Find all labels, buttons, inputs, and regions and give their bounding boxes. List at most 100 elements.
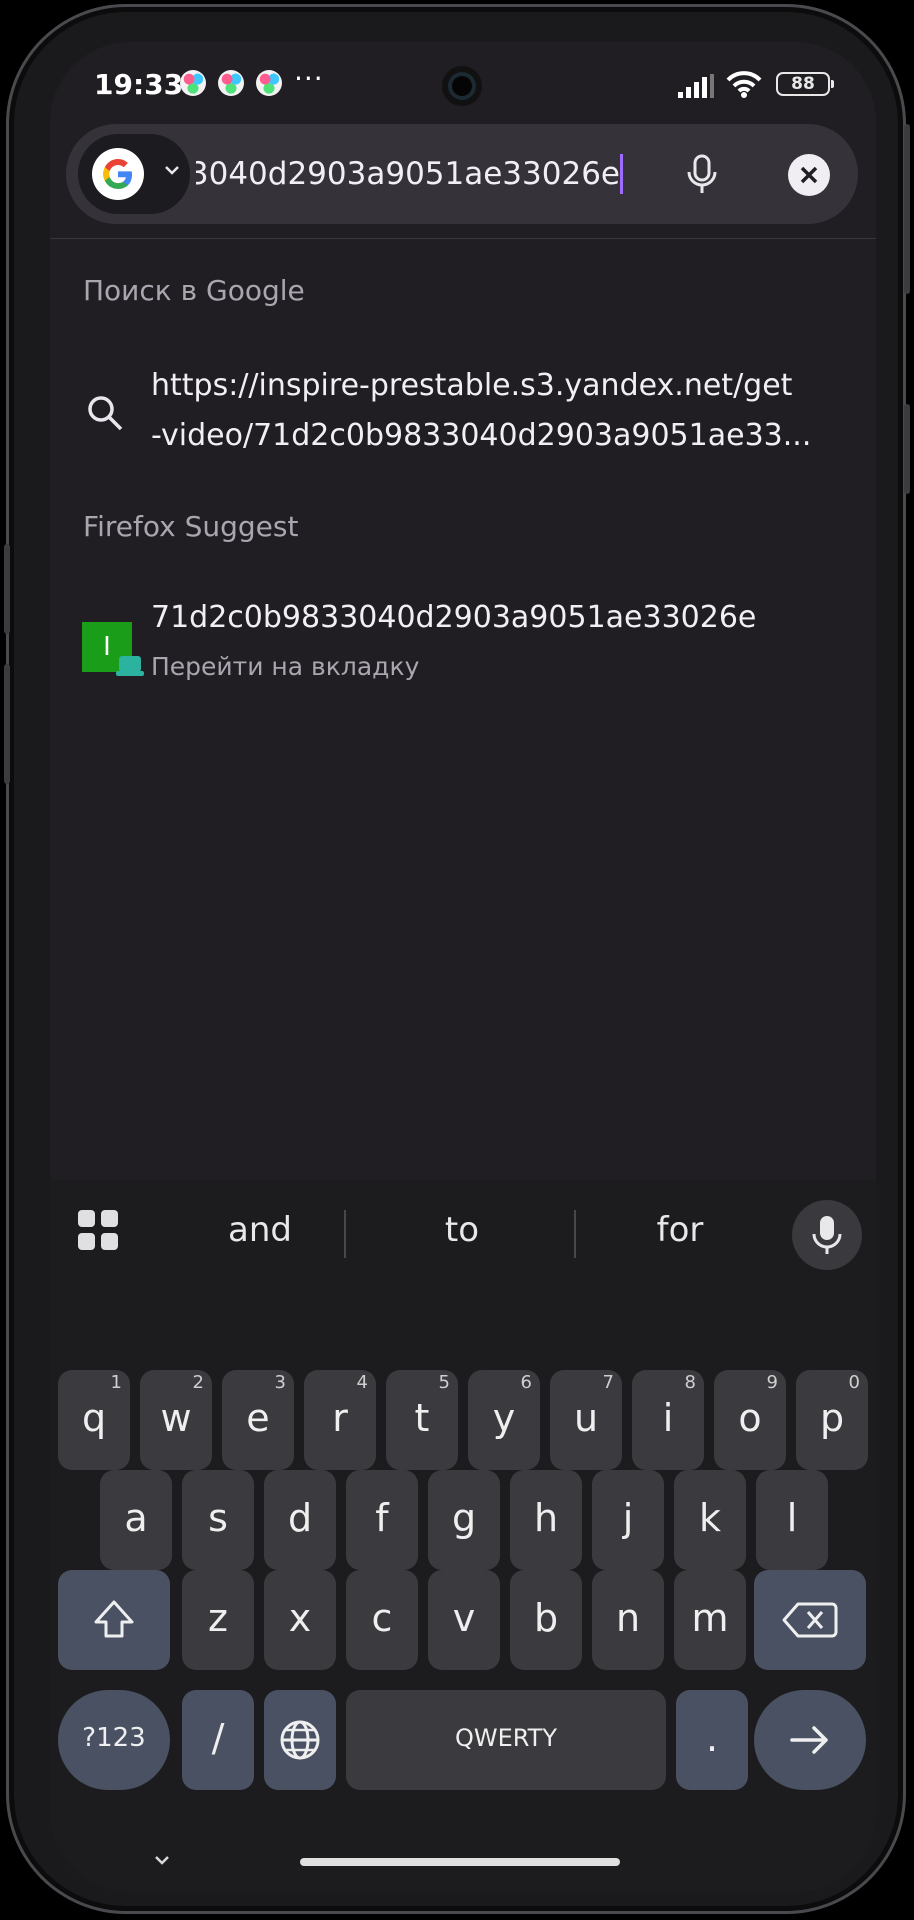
key-label: o — [738, 1396, 762, 1440]
key-label: p — [819, 1396, 845, 1440]
google-section-header: Поиск в Google — [83, 274, 305, 307]
close-icon — [800, 166, 818, 184]
url-input[interactable]: 71d2c0b9833040d2903a9051ae33026e — [196, 124, 620, 224]
side-button — [904, 404, 910, 494]
key-m[interactable]: m — [674, 1570, 746, 1670]
key-d[interactable]: d — [264, 1470, 336, 1570]
firefox-suggest-header: Firefox Suggest — [83, 510, 299, 543]
key-c[interactable]: c — [346, 1570, 418, 1670]
side-button — [4, 544, 10, 634]
symbols-key[interactable]: ?123 — [58, 1690, 170, 1790]
key-p[interactable]: 0p — [796, 1370, 868, 1470]
key-g[interactable]: g — [428, 1470, 500, 1570]
front-camera — [442, 66, 482, 106]
clock: 19:33 — [94, 68, 184, 101]
divider — [50, 238, 876, 239]
side-button — [904, 124, 910, 294]
screen: 19:33 ··· 88 3040d2903a9051ae33026e Поис… — [50, 42, 876, 1892]
key-v[interactable]: v — [428, 1570, 500, 1670]
google-logo-icon — [92, 148, 144, 200]
microphone-icon — [812, 1216, 842, 1254]
key-number-hint: 7 — [602, 1372, 614, 1393]
key-h[interactable]: h — [510, 1470, 582, 1570]
shift-arrow-icon — [94, 1600, 134, 1638]
key-label: t — [414, 1396, 430, 1440]
slash-key[interactable]: / — [182, 1690, 254, 1790]
app-notification-icon — [180, 70, 206, 96]
enter-go-key[interactable] — [754, 1690, 866, 1790]
keyboard-voice-input-button[interactable] — [792, 1200, 862, 1270]
chevron-down-icon — [165, 166, 179, 175]
status-bar: 19:33 ··· 88 — [50, 42, 876, 122]
switch-to-tab-label: Перейти на вкладку — [151, 652, 420, 681]
arrow-right-icon — [790, 1726, 828, 1754]
google-search-suggestion[interactable]: https://inspire-prestable.s3.yandex.net/… — [50, 362, 876, 492]
key-label: e — [246, 1396, 270, 1440]
key-z[interactable]: z — [182, 1570, 254, 1670]
key-label: i — [662, 1396, 674, 1440]
key-i[interactable]: 8i — [632, 1370, 704, 1470]
key-f[interactable]: f — [346, 1470, 418, 1570]
space-key[interactable]: QWERTY — [346, 1690, 666, 1790]
phone-frame: 19:33 ··· 88 3040d2903a9051ae33026e Поис… — [4, 4, 910, 1914]
divider — [574, 1210, 576, 1258]
cellular-signal-icon — [678, 74, 714, 98]
open-tab-suggestion[interactable]: I 71d2c0b9833040d2903a9051ae33026e Перей… — [50, 598, 876, 718]
word-suggestion[interactable]: for — [590, 1202, 770, 1258]
key-label: u — [573, 1396, 599, 1440]
text-cursor — [620, 154, 623, 194]
search-icon — [88, 396, 123, 431]
key-k[interactable]: k — [674, 1470, 746, 1570]
key-y[interactable]: 6y — [468, 1370, 540, 1470]
key-number-hint: 9 — [766, 1372, 778, 1393]
key-s[interactable]: s — [182, 1470, 254, 1570]
url-input-value: 71d2c0b9833040d2903a9051ae33026e — [196, 156, 620, 192]
key-a[interactable]: a — [100, 1470, 172, 1570]
key-label: w — [160, 1396, 192, 1440]
key-r[interactable]: 4r — [304, 1370, 376, 1470]
key-t[interactable]: 5t — [386, 1370, 458, 1470]
gesture-home-bar[interactable] — [300, 1858, 620, 1866]
voice-search-button[interactable] — [678, 150, 726, 198]
key-x[interactable]: x — [264, 1570, 336, 1670]
on-screen-keyboard: and to for 1q2w3e4r5t6y7u8i9o0p asdfghjk… — [50, 1180, 876, 1892]
google-g-icon — [103, 159, 132, 189]
key-label: q — [81, 1396, 107, 1440]
key-number-hint: 5 — [438, 1372, 450, 1393]
period-key[interactable]: . — [676, 1690, 748, 1790]
suggestion-line: https://inspire-prestable.s3.yandex.net/… — [151, 368, 793, 403]
key-number-hint: 2 — [192, 1372, 204, 1393]
apps-grid-icon[interactable] — [78, 1210, 118, 1250]
key-q[interactable]: 1q — [58, 1370, 130, 1470]
key-n[interactable]: n — [592, 1570, 664, 1670]
key-w[interactable]: 2w — [140, 1370, 212, 1470]
search-engine-selector[interactable] — [78, 134, 190, 214]
globe-icon — [280, 1720, 320, 1760]
key-b[interactable]: b — [510, 1570, 582, 1670]
word-suggestion[interactable]: to — [372, 1202, 552, 1258]
key-e[interactable]: 3e — [222, 1370, 294, 1470]
tab-title: 71d2c0b9833040d2903a9051ae33026e — [151, 600, 757, 635]
backspace-icon — [782, 1602, 838, 1638]
side-button — [4, 664, 10, 784]
shift-key[interactable] — [58, 1570, 170, 1670]
key-u[interactable]: 7u — [550, 1370, 622, 1470]
keyboard-suggestion-bar: and to for — [50, 1180, 876, 1280]
key-number-hint: 8 — [684, 1372, 696, 1393]
key-o[interactable]: 9o — [714, 1370, 786, 1470]
language-key[interactable] — [264, 1690, 336, 1790]
wifi-icon — [726, 71, 762, 98]
suggestion-line: -video/71d2c0b9833040d2903a9051ae33... — [151, 418, 812, 453]
key-number-hint: 6 — [520, 1372, 532, 1393]
key-j[interactable]: j — [592, 1470, 664, 1570]
address-bar: 71d2c0b9833040d2903a9051ae33026e — [66, 124, 858, 224]
more-notifications-indicator: ··· — [294, 62, 324, 95]
battery-indicator: 88 — [776, 72, 834, 96]
key-l[interactable]: l — [756, 1470, 828, 1570]
tab-icon — [116, 656, 144, 676]
backspace-key[interactable] — [754, 1570, 866, 1670]
clear-input-button[interactable] — [788, 154, 830, 196]
key-number-hint: 4 — [356, 1372, 368, 1393]
word-suggestion[interactable]: and — [160, 1202, 360, 1258]
hide-keyboard-icon[interactable] — [152, 1854, 172, 1868]
